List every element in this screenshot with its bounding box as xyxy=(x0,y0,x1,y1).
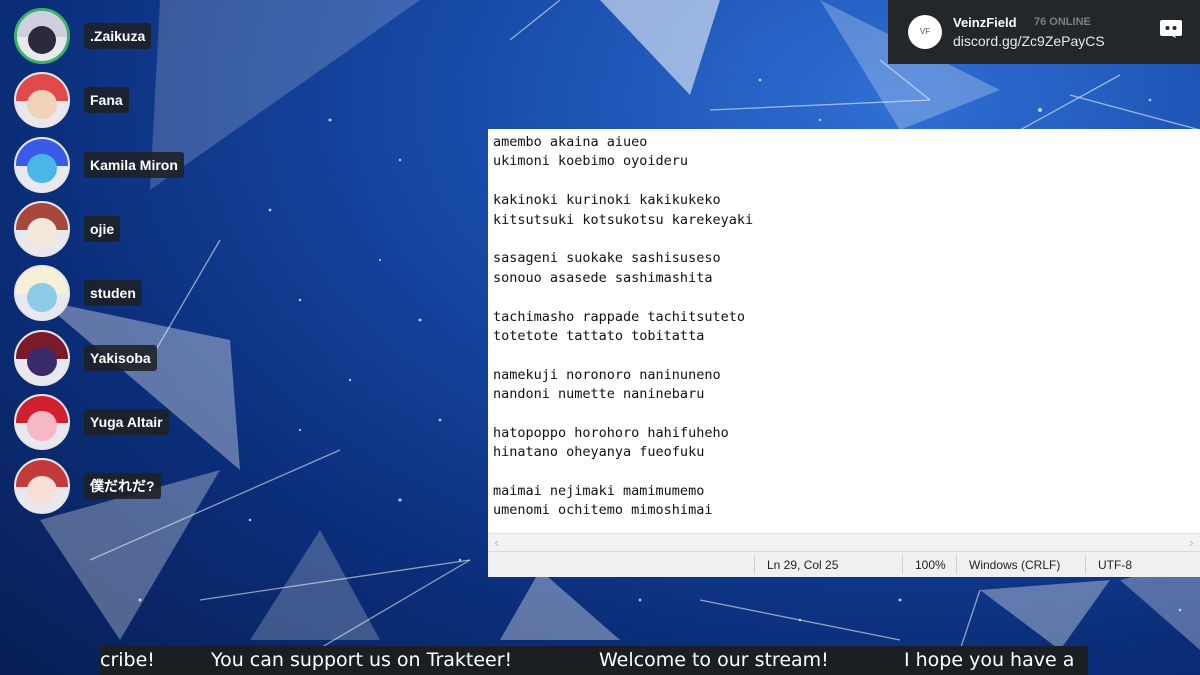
text-line: maimai nejimaki mamimumemo xyxy=(493,483,705,500)
line-ending: Windows (CRLF) xyxy=(969,558,1061,572)
discord-widget[interactable]: VF VeinzField 76 ONLINE discord.gg/Zc9Ze… xyxy=(888,0,1200,64)
text-line: ukimoni koebimo oyoideru xyxy=(493,153,689,170)
text-line: namekuji noronoro naninuneno xyxy=(493,366,721,383)
avatar xyxy=(14,136,70,193)
member-name: Yakisoba xyxy=(84,344,157,371)
voice-member[interactable]: 僕だれだ? xyxy=(14,456,161,516)
avatar xyxy=(14,458,70,515)
text-editor[interactable]: amembo akaina aiueo ukimoni koebimo oyoid… xyxy=(488,129,1200,533)
voice-member[interactable]: .Zaikuza xyxy=(14,6,152,66)
online-count: 76 ONLINE xyxy=(1034,16,1091,28)
status-separator xyxy=(902,555,903,574)
notepad-window[interactable]: amembo akaina aiueo ukimoni koebimo oyoid… xyxy=(488,129,1200,577)
horizontal-scrollbar[interactable]: ‹ › xyxy=(488,533,1200,552)
ticker-bar: cribe! You can support us on Trakteer! W… xyxy=(100,646,1088,675)
voice-member[interactable]: Kamila Miron xyxy=(14,135,184,195)
scroll-right-icon[interactable]: › xyxy=(1189,536,1194,550)
text-line xyxy=(493,230,1200,249)
member-name: studen xyxy=(84,280,142,307)
cursor-position: Ln 29, Col 25 xyxy=(767,558,839,572)
encoding: UTF-8 xyxy=(1098,558,1132,572)
text-line xyxy=(493,463,1200,482)
avatar xyxy=(14,329,70,386)
text-line xyxy=(493,346,1200,365)
status-separator xyxy=(1085,555,1086,574)
zoom-level: 100% xyxy=(915,558,946,572)
member-name: Kamila Miron xyxy=(84,151,184,178)
text-line: sasageni suokake sashisuseso xyxy=(493,250,721,267)
voice-member[interactable]: Yuga Altair xyxy=(14,392,169,452)
server-icon: VF xyxy=(908,15,942,49)
avatar xyxy=(14,72,70,129)
scroll-left-icon[interactable]: ‹ xyxy=(494,536,499,550)
text-line xyxy=(493,172,1200,191)
voice-member[interactable]: ojie xyxy=(14,199,121,259)
ticker-item: I hope you have a xyxy=(904,649,1075,671)
member-name: .Zaikuza xyxy=(84,23,152,49)
text-line: tachimasho rappade tachitsuteto xyxy=(493,308,745,325)
avatar xyxy=(14,265,70,322)
text-line xyxy=(493,288,1200,307)
status-separator xyxy=(754,555,755,574)
text-line: nandoni numette naninebaru xyxy=(493,386,705,403)
discord-logo-icon xyxy=(1160,20,1182,38)
text-line xyxy=(493,404,1200,423)
ticker-item: You can support us on Trakteer! xyxy=(211,649,513,671)
text-line: kakinoki kurinoki kakikukeko xyxy=(493,192,721,209)
avatar xyxy=(14,393,70,450)
voice-member[interactable]: Yakisoba xyxy=(14,328,157,388)
status-separator xyxy=(956,555,957,574)
text-line: hinatano oheyanya fueofuku xyxy=(493,444,705,461)
text-line: umenomi ochitemo mimoshimai xyxy=(493,502,713,519)
text-line: kitsutsuki kotsukotsu karekeyaki xyxy=(493,211,754,228)
server-name: VeinzField xyxy=(953,15,1017,30)
status-bar: Ln 29, Col 25 100% Windows (CRLF) UTF-8 xyxy=(488,551,1200,577)
avatar xyxy=(14,8,70,64)
member-name: Fana xyxy=(84,87,129,114)
text-line: hatopoppo horohoro hahifuheho xyxy=(493,424,729,441)
avatar xyxy=(14,200,70,257)
voice-member[interactable]: studen xyxy=(14,263,142,323)
ticker-item: cribe! xyxy=(100,649,155,671)
text-line: totetote tattato tobitatta xyxy=(493,327,705,344)
invite-link[interactable]: discord.gg/Zc9ZePayCS xyxy=(953,33,1105,49)
member-name: 僕だれだ? xyxy=(84,473,161,500)
ticker-item: Welcome to our stream! xyxy=(599,649,829,671)
text-line: amembo akaina aiueo xyxy=(493,134,648,150)
text-line: sonouo asasede sashimashita xyxy=(493,269,713,286)
member-name: Yuga Altair xyxy=(84,408,169,435)
voice-member[interactable]: Fana xyxy=(14,70,129,130)
member-name: ojie xyxy=(84,215,121,242)
